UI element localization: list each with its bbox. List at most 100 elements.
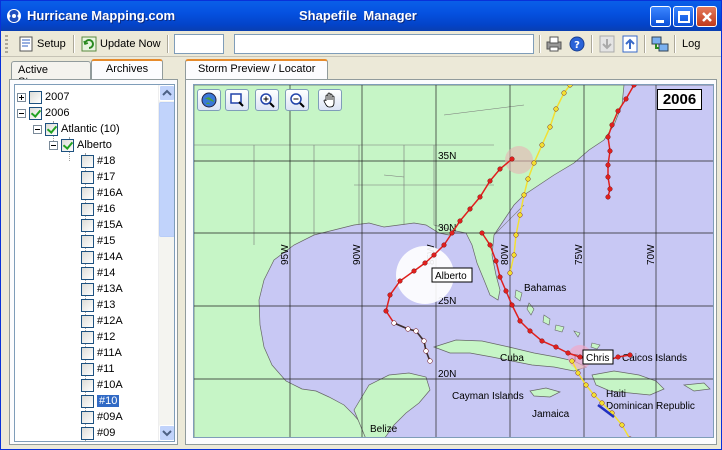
south-yellow-track-point	[591, 392, 597, 398]
tree-checkbox[interactable]	[81, 298, 94, 312]
tree-checkbox[interactable]	[81, 282, 94, 296]
tab-storm-preview[interactable]: Storm Preview / Locator	[185, 59, 329, 79]
tree-node-advisory[interactable]: #09A	[81, 409, 123, 425]
tree-checkbox[interactable]	[81, 362, 94, 376]
tab-active-storms[interactable]: Active Storms	[11, 61, 91, 88]
globe-icon	[201, 92, 217, 108]
tree-node-advisory[interactable]: #10	[81, 393, 120, 409]
scroll-thumb[interactable]	[159, 102, 174, 237]
move-down-button[interactable]	[597, 34, 617, 54]
zoom-out-button[interactable]	[285, 89, 309, 111]
tree-checkbox[interactable]	[81, 218, 94, 232]
tree-node-2006[interactable]: 2006	[17, 105, 69, 121]
tree-node-advisory[interactable]: #11A	[81, 345, 122, 361]
network-button[interactable]	[650, 34, 670, 54]
update-now-button[interactable]: Update Now	[78, 34, 164, 54]
tree-checkbox[interactable]	[81, 394, 94, 408]
scroll-up-button[interactable]	[159, 85, 174, 101]
tree-scrollbar[interactable]	[158, 85, 174, 441]
help-button[interactable]: ?	[567, 34, 587, 54]
pan-button[interactable]	[318, 89, 342, 111]
tree-checkbox[interactable]	[81, 314, 94, 328]
tree-checkbox[interactable]	[81, 186, 94, 200]
alberto-track-point	[497, 166, 503, 172]
tree-node-advisory[interactable]: #14	[81, 265, 115, 281]
lon-label-80w: 80W	[500, 244, 511, 265]
tree-checkbox[interactable]	[81, 170, 94, 184]
zoom-out-icon	[290, 93, 305, 108]
tree-node-advisory[interactable]: #16	[81, 201, 115, 217]
tree-node-advisory[interactable]: #14A	[81, 249, 123, 265]
tree-checkbox[interactable]	[81, 202, 94, 216]
tree-node-label: #11	[97, 363, 115, 375]
move-up-button[interactable]	[620, 34, 640, 54]
toolbar-separator	[644, 35, 646, 53]
tree-node-advisory[interactable]: #15A	[81, 217, 123, 233]
setup-button[interactable]: Setup	[15, 34, 69, 54]
tree-checkbox[interactable]	[81, 154, 94, 168]
tab-archives[interactable]: Archives	[91, 59, 163, 79]
tree-checkbox[interactable]	[81, 250, 94, 264]
tree-node-advisory[interactable]: #11	[81, 361, 115, 377]
tree-checkbox[interactable]	[81, 346, 94, 360]
title-bar[interactable]: Hurricane Mapping.com Shapefile Manager	[1, 1, 721, 31]
print-button[interactable]	[544, 34, 564, 54]
toolbar-grip[interactable]	[5, 35, 8, 53]
tree-node-advisory[interactable]: #09	[81, 425, 115, 441]
tree-checkbox[interactable]	[81, 234, 94, 248]
tree-checkbox[interactable]	[81, 378, 94, 392]
caribbean-track-point	[479, 230, 485, 236]
tree-checkbox[interactable]	[81, 266, 94, 280]
tree-checkbox[interactable]	[29, 90, 42, 104]
alberto-track-point	[477, 194, 483, 200]
tree-checkbox[interactable]	[45, 122, 58, 136]
caribbean-track-point	[577, 354, 583, 360]
globe-button[interactable]	[197, 89, 221, 111]
tree-expander[interactable]	[33, 124, 42, 134]
tree-checkbox[interactable]	[81, 330, 94, 344]
tree-node-advisory[interactable]: #18	[81, 153, 115, 169]
maximize-button[interactable]	[673, 6, 694, 27]
log-button[interactable]: Log	[679, 34, 703, 54]
tree-node-label: #12	[97, 331, 116, 343]
close-button[interactable]	[696, 6, 717, 27]
tree-checkbox[interactable]	[81, 426, 94, 440]
tree-node-advisory[interactable]: #12	[81, 329, 115, 345]
tree-node-advisory[interactable]: #15	[81, 233, 115, 249]
zoom-in-button[interactable]	[255, 89, 279, 111]
tree-checkbox[interactable]	[81, 410, 94, 424]
tree-node-advisory[interactable]: #12A	[81, 313, 123, 329]
tree-node-advisory[interactable]: #13A	[81, 281, 123, 297]
toolbar-status-field[interactable]	[234, 34, 534, 54]
tree-checkbox[interactable]	[29, 106, 42, 120]
tree-node-advisory[interactable]: #17	[81, 169, 115, 185]
alberto-track-point	[397, 278, 403, 284]
tree-node-advisory[interactable]: #13	[81, 297, 115, 313]
alberto-track-point	[509, 156, 515, 162]
tree-node-advisory[interactable]: #10A	[81, 377, 123, 393]
eastern-track-point	[607, 148, 613, 154]
tree-node-atlantic[interactable]: Atlantic (10)	[33, 121, 120, 137]
tree-checkbox[interactable]	[61, 138, 74, 152]
eastern-track-point	[623, 96, 629, 102]
tree-expander[interactable]	[49, 140, 58, 150]
storm-tree[interactable]: 2007 2006 Atlantic (10) Alberto #18 #17 #16A #1…	[14, 84, 175, 442]
tree-expander[interactable]	[17, 92, 26, 102]
map-canvas: 35N 30N 25N 20N 95W 90W 85W 80W 75W 70W …	[194, 85, 713, 437]
hurricane-logo-icon	[7, 9, 21, 23]
toolbar-small-field[interactable]	[174, 34, 224, 54]
coastal-yellow-track-point	[539, 142, 545, 148]
tree-node-2007[interactable]: 2007	[17, 89, 69, 105]
zoom-box-icon	[230, 93, 244, 107]
storm-map[interactable]: 35N 30N 25N 20N 95W 90W 85W 80W 75W 70W …	[193, 84, 714, 438]
coastal-yellow-track-point	[511, 252, 517, 258]
tree-expander[interactable]	[17, 108, 26, 118]
tree-node-alberto[interactable]: Alberto	[49, 137, 112, 153]
minimize-button[interactable]	[650, 6, 671, 27]
tree-node-label: #13	[97, 299, 116, 311]
toolbar-separator	[591, 35, 593, 53]
zoom-box-button[interactable]	[225, 89, 249, 111]
tree-node-advisory[interactable]: #16A	[81, 185, 123, 201]
tree-node-label: #11A	[97, 347, 122, 359]
scroll-down-button[interactable]	[159, 425, 174, 441]
